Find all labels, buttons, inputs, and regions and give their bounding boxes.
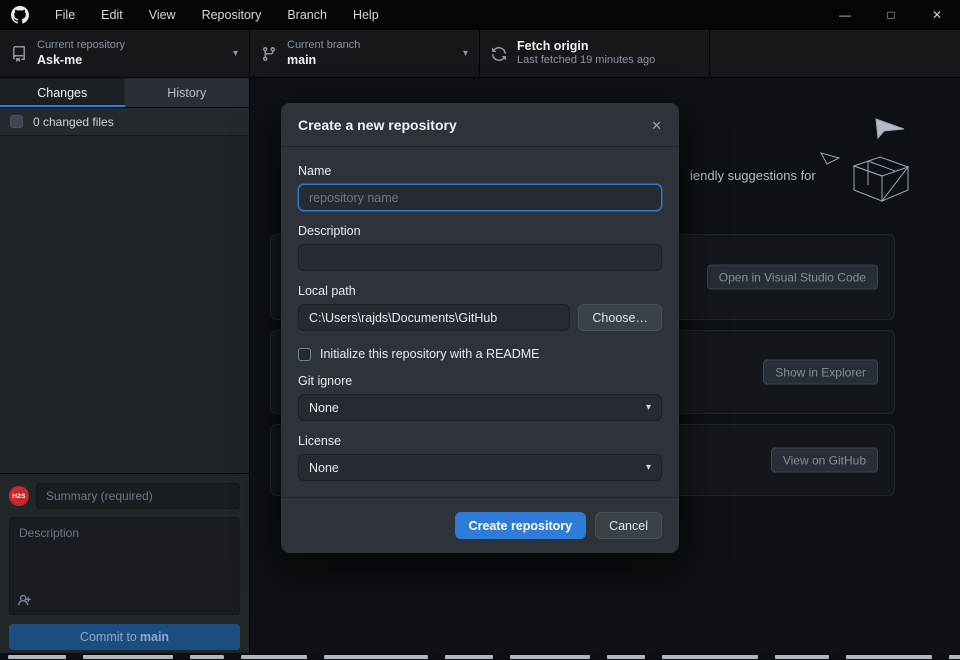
- chevron-down-icon: ▾: [455, 48, 468, 59]
- clipped-text-strip: [0, 653, 960, 660]
- license-label: License: [298, 434, 662, 448]
- changed-files-row: 0 changed files: [0, 108, 249, 136]
- current-repository-value: Ask-me: [37, 53, 125, 69]
- boxes-illustration: [818, 116, 918, 211]
- commit-description-placeholder: Description: [19, 526, 79, 540]
- current-repository-label: Current repository: [37, 39, 125, 53]
- current-branch-value: main: [287, 53, 360, 69]
- chevron-down-icon: ▾: [646, 462, 651, 473]
- commit-summary-input[interactable]: [36, 483, 240, 509]
- menu-edit[interactable]: Edit: [88, 0, 136, 30]
- menu-bar: File Edit View Repository Branch Help: [42, 0, 392, 30]
- tab-changes[interactable]: Changes: [0, 78, 125, 107]
- commit-button-prefix: Commit to: [80, 630, 137, 644]
- avatar: H2S: [9, 486, 29, 506]
- add-coauthor-icon[interactable]: [18, 593, 33, 608]
- fetch-origin-status: Last fetched 19 minutes ago: [517, 54, 655, 68]
- local-path-input[interactable]: [298, 304, 570, 331]
- titlebar: File Edit View Repository Branch Help — …: [0, 0, 960, 30]
- repository-description-input[interactable]: [298, 244, 662, 271]
- repo-icon: [11, 46, 27, 62]
- create-repository-button[interactable]: Create repository: [455, 512, 587, 539]
- select-all-checkbox[interactable]: [10, 115, 23, 128]
- current-branch-label: Current branch: [287, 39, 360, 53]
- current-repository-button[interactable]: Current repository Ask-me ▾: [0, 30, 250, 77]
- git-ignore-value: None: [309, 401, 339, 415]
- app-window: File Edit View Repository Branch Help — …: [0, 0, 960, 660]
- github-logo-icon: [11, 6, 29, 24]
- dialog-title: Create a new repository: [298, 117, 457, 133]
- choose-path-button[interactable]: Choose…: [578, 304, 662, 331]
- current-branch-button[interactable]: Current branch main ▾: [250, 30, 480, 77]
- window-controls: — □ ✕: [822, 0, 960, 30]
- close-dialog-icon[interactable]: ✕: [651, 119, 662, 132]
- local-path-label: Local path: [298, 284, 662, 298]
- license-value: None: [309, 461, 339, 475]
- sidebar: Changes History 0 changed files H2S Desc…: [0, 78, 250, 660]
- repository-name-input[interactable]: [298, 184, 662, 211]
- commit-description-input[interactable]: Description: [9, 517, 240, 615]
- maximize-button[interactable]: □: [868, 0, 914, 30]
- toolbar: Current repository Ask-me ▾ Current bran…: [0, 30, 960, 78]
- changed-files-count: 0 changed files: [33, 115, 114, 129]
- sidebar-tabs: Changes History: [0, 78, 249, 108]
- name-label: Name: [298, 164, 662, 178]
- dialog-footer: Create repository Cancel: [281, 497, 679, 553]
- commit-panel: H2S Description Commit to main: [0, 473, 249, 650]
- menu-branch[interactable]: Branch: [274, 0, 340, 30]
- tab-history[interactable]: History: [125, 78, 250, 107]
- menu-help[interactable]: Help: [340, 0, 392, 30]
- dialog-body: Name Description Local path Choose… Init…: [281, 147, 679, 497]
- create-repository-dialog: Create a new repository ✕ Name Descripti…: [281, 103, 679, 553]
- license-select[interactable]: None ▾: [298, 454, 662, 481]
- menu-view[interactable]: View: [136, 0, 189, 30]
- cancel-button[interactable]: Cancel: [595, 512, 662, 539]
- readme-checkbox-label: Initialize this repository with a README: [320, 347, 540, 361]
- show-in-explorer-button[interactable]: Show in Explorer: [763, 360, 878, 385]
- minimize-button[interactable]: —: [822, 0, 868, 30]
- git-ignore-select[interactable]: None ▾: [298, 394, 662, 421]
- dialog-header: Create a new repository ✕: [281, 103, 679, 147]
- chevron-down-icon: ▾: [225, 48, 238, 59]
- fetch-origin-button[interactable]: Fetch origin Last fetched 19 minutes ago: [480, 30, 710, 77]
- menu-file[interactable]: File: [42, 0, 88, 30]
- branch-icon: [261, 46, 277, 62]
- suggestion-text-fragment: iendly suggestions for: [690, 168, 816, 183]
- fetch-origin-label: Fetch origin: [517, 39, 655, 55]
- changes-list-empty-area: [0, 136, 249, 473]
- git-ignore-label: Git ignore: [298, 374, 662, 388]
- sync-icon: [491, 46, 507, 62]
- close-window-button[interactable]: ✕: [914, 0, 960, 30]
- chevron-down-icon: ▾: [646, 402, 651, 413]
- view-on-github-button[interactable]: View on GitHub: [771, 448, 878, 473]
- description-label: Description: [298, 224, 662, 238]
- commit-to-main-button[interactable]: Commit to main: [9, 624, 240, 650]
- open-in-vscode-button[interactable]: Open in Visual Studio Code: [707, 265, 878, 290]
- commit-button-branch: main: [140, 630, 169, 644]
- menu-repository[interactable]: Repository: [189, 0, 275, 30]
- readme-checkbox[interactable]: [298, 348, 311, 361]
